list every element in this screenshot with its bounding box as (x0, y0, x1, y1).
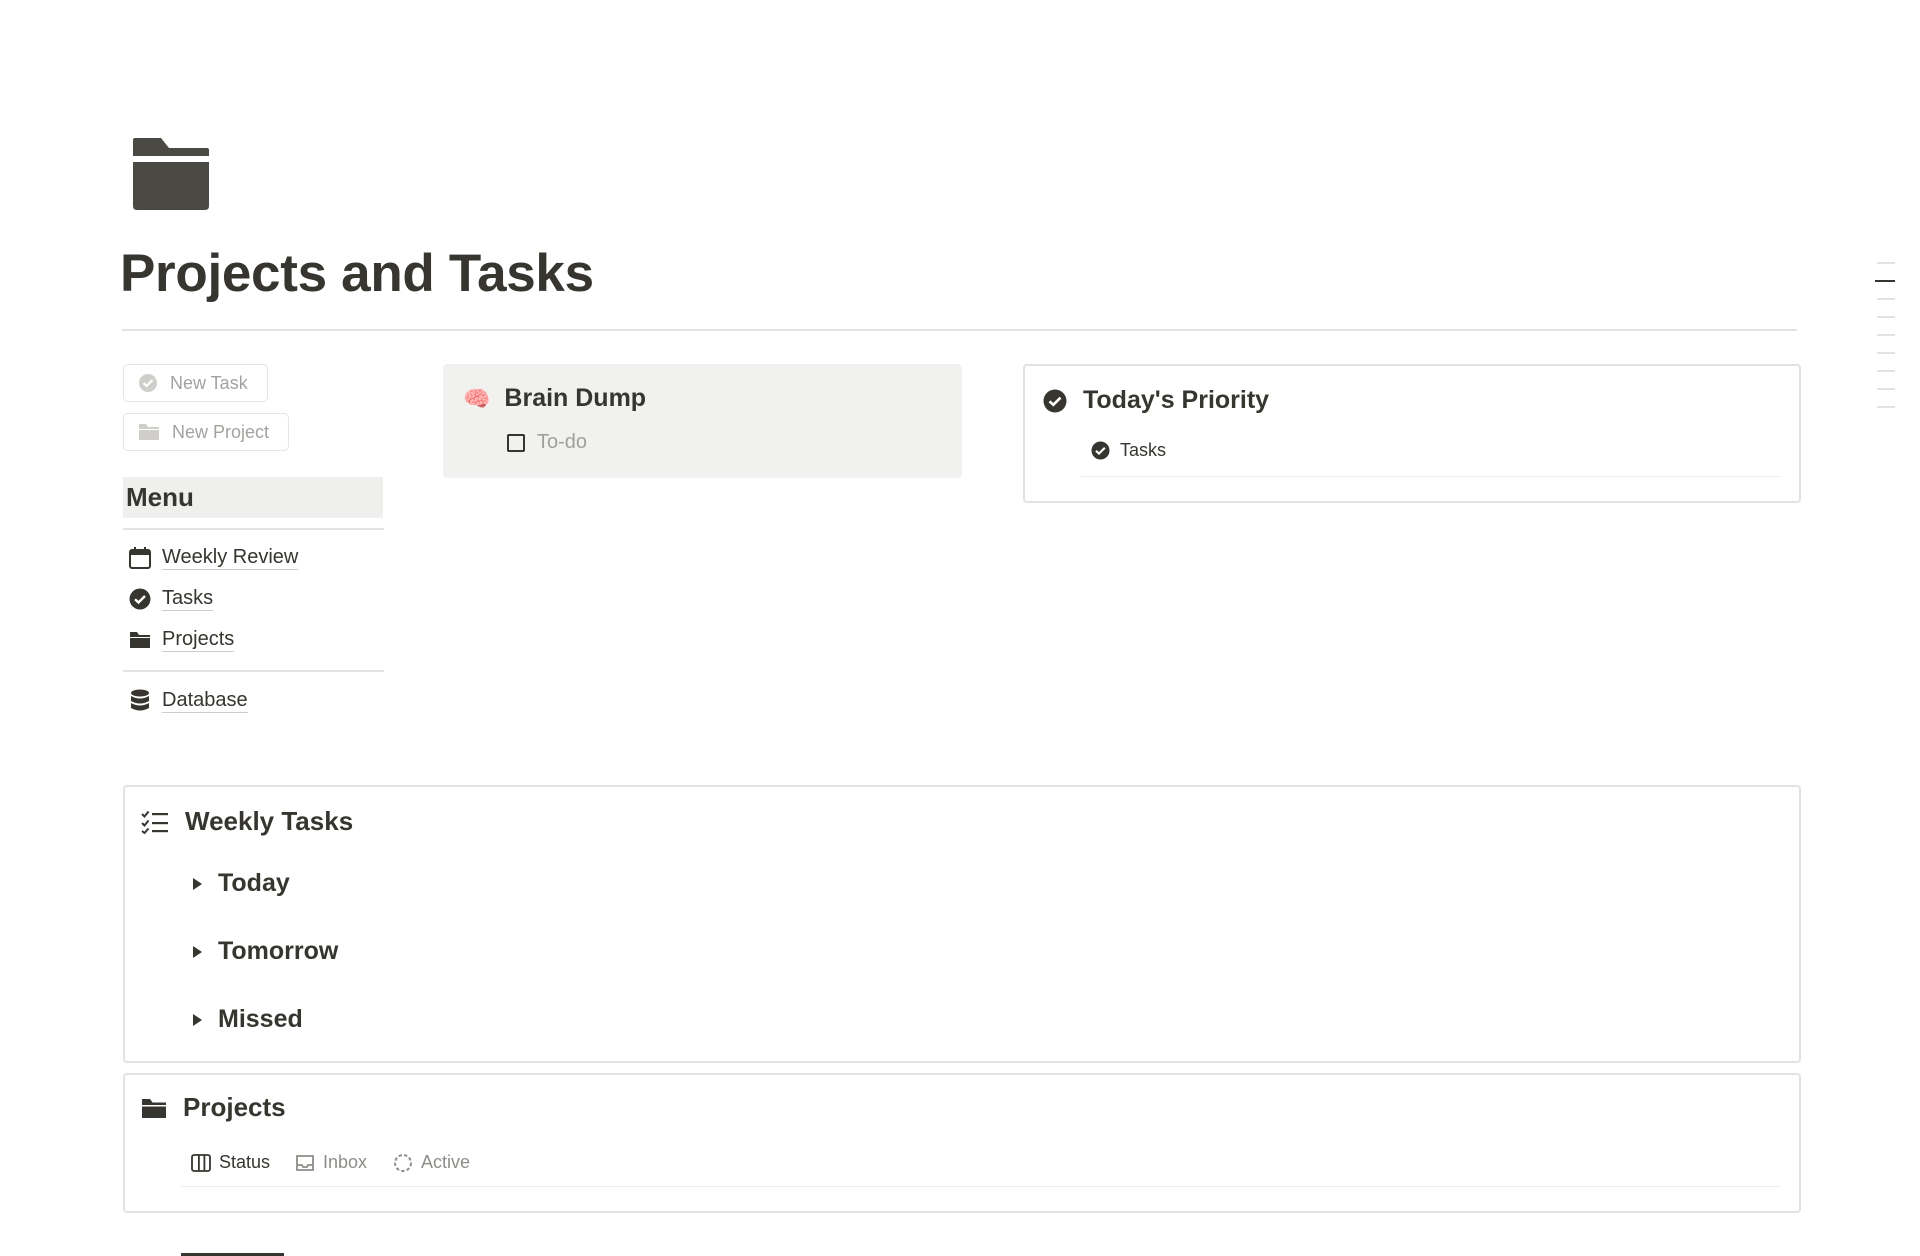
folder-icon (129, 630, 151, 650)
toggle-arrow-icon[interactable] (193, 945, 202, 958)
tab-label: Status (219, 1152, 271, 1172)
toggle-missed[interactable]: Missed (183, 1005, 303, 1034)
weekly-tasks-header: Weekly Tasks (141, 806, 353, 837)
brain-icon: 🧠 (463, 385, 491, 411)
toggle-tomorrow[interactable]: Tomorrow (183, 937, 338, 966)
page-folder-icon[interactable] (131, 136, 211, 212)
menu-link-label: Tasks (162, 587, 214, 611)
menu-heading: Menu (123, 477, 383, 518)
toggle-arrow-icon[interactable] (193, 1013, 202, 1026)
check-circle-icon (138, 373, 158, 393)
check-circle-icon (1091, 441, 1110, 460)
priority-header: Today's Priority (1043, 386, 1269, 415)
new-project-label: New Project (172, 421, 270, 442)
toggle-today[interactable]: Today (183, 869, 290, 898)
title-divider (122, 329, 1797, 331)
brain-dump-callout: 🧠 Brain Dump To-do (443, 364, 962, 478)
dashed-circle-icon (393, 1153, 413, 1173)
toc-line[interactable] (1877, 316, 1895, 318)
projects-header: Projects (141, 1092, 286, 1123)
folder-icon (138, 422, 160, 442)
new-task-label: New Task (170, 372, 248, 393)
tab-tasks[interactable]: Tasks (1091, 440, 1166, 461)
brain-dump-header: 🧠 Brain Dump (463, 384, 646, 413)
check-circle-icon (129, 588, 151, 610)
toggle-label: Tomorrow (218, 937, 339, 965)
menu-link-projects[interactable]: Projects (129, 627, 235, 652)
checklist-icon (141, 810, 169, 834)
tab-tasks-label: Tasks (1120, 440, 1167, 460)
menu-divider (123, 528, 384, 530)
toggle-label: Today (218, 869, 290, 897)
menu-link-label: Weekly Review (162, 546, 299, 570)
toggle-label: Missed (218, 1005, 303, 1033)
toc-line[interactable] (1877, 388, 1895, 390)
todo-checkbox[interactable] (507, 433, 525, 452)
menu-link-label: Projects (162, 628, 235, 652)
inbox-icon (295, 1154, 315, 1172)
check-circle-icon (1043, 389, 1067, 413)
new-project-button[interactable]: New Project (123, 413, 289, 451)
projects-block: Projects Status Inbox Active (123, 1073, 1801, 1256)
tab-inbox[interactable]: Inbox (295, 1152, 367, 1173)
page-title: Projects and Tasks (120, 244, 594, 303)
tab-active[interactable]: Active (393, 1152, 470, 1173)
todo-item[interactable]: To-do (507, 431, 587, 454)
projects-title: Projects (183, 1092, 286, 1122)
toc-line[interactable] (1877, 352, 1895, 354)
toc-line[interactable] (1877, 334, 1895, 336)
todays-priority-block: Today's Priority Tasks (1023, 364, 1801, 503)
calendar-icon (129, 546, 151, 569)
projects-view-tabs: Status Inbox Active (181, 1141, 1781, 1256)
toc-line[interactable] (1877, 262, 1895, 264)
board-icon (191, 1153, 211, 1172)
toggle-arrow-icon[interactable] (193, 877, 202, 890)
menu-link-database[interactable]: Database (129, 688, 248, 713)
menu-link-tasks[interactable]: Tasks (129, 586, 214, 611)
weekly-tasks-block: Weekly Tasks Today Tomorrow Missed (123, 785, 1801, 1063)
todo-placeholder[interactable]: To-do (537, 431, 587, 454)
folder-icon (141, 1097, 167, 1119)
menu-link-label: Database (162, 689, 248, 713)
toc-line-active[interactable] (1875, 280, 1895, 282)
weekly-tasks-title: Weekly Tasks (185, 806, 354, 836)
toc-line[interactable] (1877, 298, 1895, 300)
new-task-button[interactable]: New Task (123, 364, 268, 402)
toc-line[interactable] (1877, 370, 1895, 372)
priority-database-view: Tasks (1081, 428, 1781, 477)
menu-divider (123, 670, 384, 672)
tab-label: Inbox (323, 1152, 368, 1172)
toc-line[interactable] (1877, 406, 1895, 408)
brain-dump-title: Brain Dump (504, 384, 647, 412)
menu-heading-text: Menu (126, 482, 194, 512)
menu-link-weekly-review[interactable]: Weekly Review (129, 545, 299, 570)
priority-title: Today's Priority (1083, 386, 1270, 414)
tab-label: Active (421, 1152, 471, 1172)
database-icon (129, 689, 151, 713)
tab-status[interactable]: Status (191, 1152, 270, 1173)
